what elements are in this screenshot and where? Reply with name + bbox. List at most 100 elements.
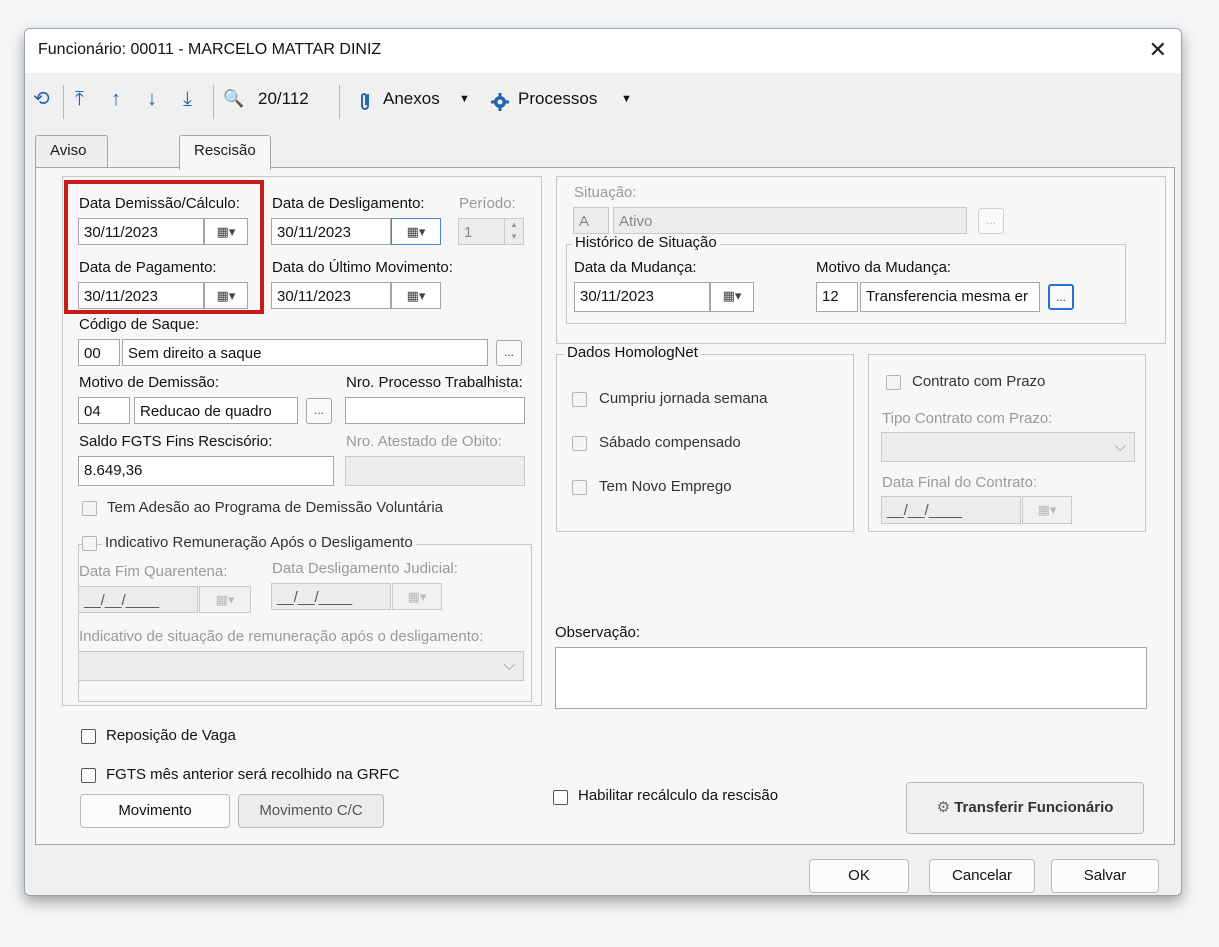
- indicativo-situacao-label: Indicativo de situação de remuneração ap…: [79, 628, 484, 645]
- sabado-compensado-label: Sábado compensado: [599, 434, 741, 451]
- codigo-saque-label: Código de Saque:: [79, 316, 200, 333]
- ok-button[interactable]: OK: [809, 859, 909, 893]
- indicativo-remuneracao-label: Indicativo Remuneração Após o Desligamen…: [102, 534, 416, 551]
- next-record-icon[interactable]: ↓: [147, 87, 157, 111]
- calendar-icon[interactable]: ▦▾: [710, 282, 754, 312]
- calendar-icon[interactable]: ▦▾: [391, 218, 441, 245]
- nro-processo-field[interactable]: [345, 397, 525, 424]
- save-button[interactable]: Salvar: [1051, 859, 1159, 893]
- paperclip-icon: [361, 93, 369, 110]
- data-ultimo-movimento-field[interactable]: 30/11/2023: [271, 282, 391, 309]
- movimento-cc-button[interactable]: Movimento C/C: [238, 794, 384, 828]
- toolbar-divider: [339, 85, 340, 119]
- toolbar: ⟲ ⤒ ↑ ↓ ⤓ 🔍 20/112 Anexos ▼ Processos ▼: [25, 77, 1181, 125]
- codigo-saque-code[interactable]: 00: [78, 339, 120, 366]
- data-fim-quarentena-field[interactable]: __/__/____: [78, 586, 198, 613]
- situacao-desc[interactable]: Ativo: [613, 207, 967, 234]
- data-deslig-judicial-field[interactable]: __/__/____: [271, 583, 391, 610]
- observacao-field[interactable]: [555, 647, 1147, 709]
- contrato-prazo-checkbox[interactable]: [886, 375, 901, 390]
- previous-record-icon[interactable]: ↑: [111, 87, 121, 111]
- data-final-contrato-label: Data Final do Contrato:: [882, 474, 1038, 491]
- contrato-prazo-label: Contrato com Prazo: [912, 373, 1046, 390]
- periodo-value: 1: [464, 224, 473, 241]
- chevron-down-icon: ⌵: [503, 657, 515, 674]
- indicativo-situacao-select[interactable]: ⌵: [78, 651, 524, 681]
- novo-emprego-checkbox[interactable]: [572, 480, 587, 495]
- codigo-saque-desc[interactable]: Sem direito a saque: [122, 339, 488, 366]
- cogs-icon: ⚙: [936, 799, 951, 816]
- transferir-label: Transferir Funcionário: [954, 799, 1114, 816]
- indicativo-remuneracao-checkbox[interactable]: [82, 536, 97, 551]
- chevron-down-icon[interactable]: ▼: [621, 93, 632, 105]
- last-record-icon[interactable]: ⤓: [183, 87, 192, 111]
- tab-rescisao[interactable]: Rescisão: [179, 135, 271, 170]
- cumpriu-jornada-label: Cumpriu jornada semana: [599, 390, 768, 407]
- fgts-anterior-checkbox[interactable]: [81, 768, 96, 783]
- title-bar: Funcionário: 00011 - MARCELO MATTAR DINI…: [25, 29, 1181, 73]
- transferir-funcionario-button[interactable]: ⚙ Transferir Funcionário: [906, 782, 1144, 834]
- nro-atestado-field[interactable]: [345, 456, 525, 486]
- toolbar-divider: [213, 85, 214, 119]
- toolbar-divider: [63, 85, 64, 119]
- highlight-annotation: [64, 180, 264, 314]
- motivo-mudanca-code[interactable]: 12: [816, 282, 858, 312]
- periodo-stepper[interactable]: 1 ▲ ▼: [458, 218, 524, 245]
- saldo-fgts-label: Saldo FGTS Fins Rescisório:: [79, 433, 273, 450]
- close-icon[interactable]: ✕: [1149, 37, 1167, 63]
- calendar-icon[interactable]: ▦▾: [391, 282, 441, 309]
- fgts-anterior-label: FGTS mês anterior será recolhido na GRFC: [106, 766, 400, 783]
- data-mudanca-label: Data da Mudança:: [574, 259, 697, 276]
- habilitar-recalculo-label: Habilitar recálculo da rescisão: [578, 787, 779, 804]
- lookup-button[interactable]: ...: [306, 398, 332, 424]
- calendar-icon[interactable]: ▦▾: [199, 586, 251, 613]
- processes-menu[interactable]: Processos: [518, 89, 597, 109]
- periodo-label: Período:: [459, 195, 516, 212]
- chevron-down-icon[interactable]: ▼: [459, 93, 470, 105]
- data-final-contrato-field[interactable]: __/__/____: [881, 496, 1021, 524]
- chevron-down-icon: ⌵: [1114, 438, 1126, 455]
- nro-processo-label: Nro. Processo Trabalhista:: [346, 374, 523, 391]
- tab-aviso-previo[interactable]: Aviso Prévio: [35, 135, 108, 189]
- lookup-button[interactable]: ...: [978, 208, 1004, 234]
- calendar-icon[interactable]: ▦▾: [392, 583, 442, 610]
- observacao-label: Observação:: [555, 624, 641, 641]
- data-desligamento-field[interactable]: 30/11/2023: [271, 218, 391, 245]
- lookup-button[interactable]: ...: [496, 340, 522, 366]
- stepper-arrows-icon[interactable]: ▲ ▼: [504, 219, 523, 244]
- novo-emprego-label: Tem Novo Emprego: [599, 478, 732, 495]
- reposicao-vaga-label: Reposição de Vaga: [106, 727, 236, 744]
- reposicao-vaga-checkbox[interactable]: [81, 729, 96, 744]
- cumpriu-jornada-checkbox[interactable]: [572, 392, 587, 407]
- refresh-icon[interactable]: ⟲: [33, 87, 50, 111]
- motivo-demissao-desc[interactable]: Reducao de quadro: [134, 397, 298, 424]
- situacao-code[interactable]: A: [573, 207, 609, 234]
- motivo-mudanca-desc[interactable]: Transferencia mesma er: [860, 282, 1040, 312]
- movimento-button[interactable]: Movimento: [80, 794, 230, 828]
- data-mudanca-field[interactable]: 30/11/2023: [574, 282, 710, 312]
- motivo-mudanca-label: Motivo da Mudança:: [816, 259, 952, 276]
- record-counter: 20/112: [258, 89, 309, 108]
- lookup-button[interactable]: ...: [1048, 284, 1074, 310]
- data-fim-quarentena-label: Data Fim Quarentena:: [79, 563, 228, 580]
- homolognet-legend: Dados HomologNet: [564, 344, 701, 361]
- sabado-compensado-checkbox[interactable]: [572, 436, 587, 451]
- tipo-contrato-select[interactable]: ⌵: [881, 432, 1135, 462]
- motivo-demissao-code[interactable]: 04: [78, 397, 130, 424]
- adesao-pdv-label: Tem Adesão ao Programa de Demissão Volun…: [107, 499, 444, 516]
- nro-atestado-label: Nro. Atestado de Obito:: [346, 433, 502, 450]
- data-deslig-judicial-label: Data Desligamento Judicial:: [272, 560, 458, 577]
- attachments-menu[interactable]: Anexos: [383, 89, 440, 109]
- saldo-fgts-field[interactable]: 8.649,36: [78, 456, 334, 486]
- adesao-pdv-checkbox[interactable]: [82, 501, 97, 516]
- search-icon[interactable]: 🔍: [223, 87, 244, 111]
- cancel-button[interactable]: Cancelar: [929, 859, 1035, 893]
- gear-icon: [491, 93, 509, 111]
- calendar-icon[interactable]: ▦▾: [1022, 496, 1072, 524]
- data-desligamento-label: Data de Desligamento:: [272, 195, 425, 212]
- data-ultimo-movimento-label: Data do Último Movimento:: [272, 259, 453, 276]
- habilitar-recalculo-checkbox[interactable]: [553, 790, 568, 805]
- tipo-contrato-label: Tipo Contrato com Prazo:: [882, 410, 1053, 427]
- employee-dialog: Funcionário: 00011 - MARCELO MATTAR DINI…: [24, 28, 1182, 896]
- first-record-icon[interactable]: ⤒: [75, 87, 84, 111]
